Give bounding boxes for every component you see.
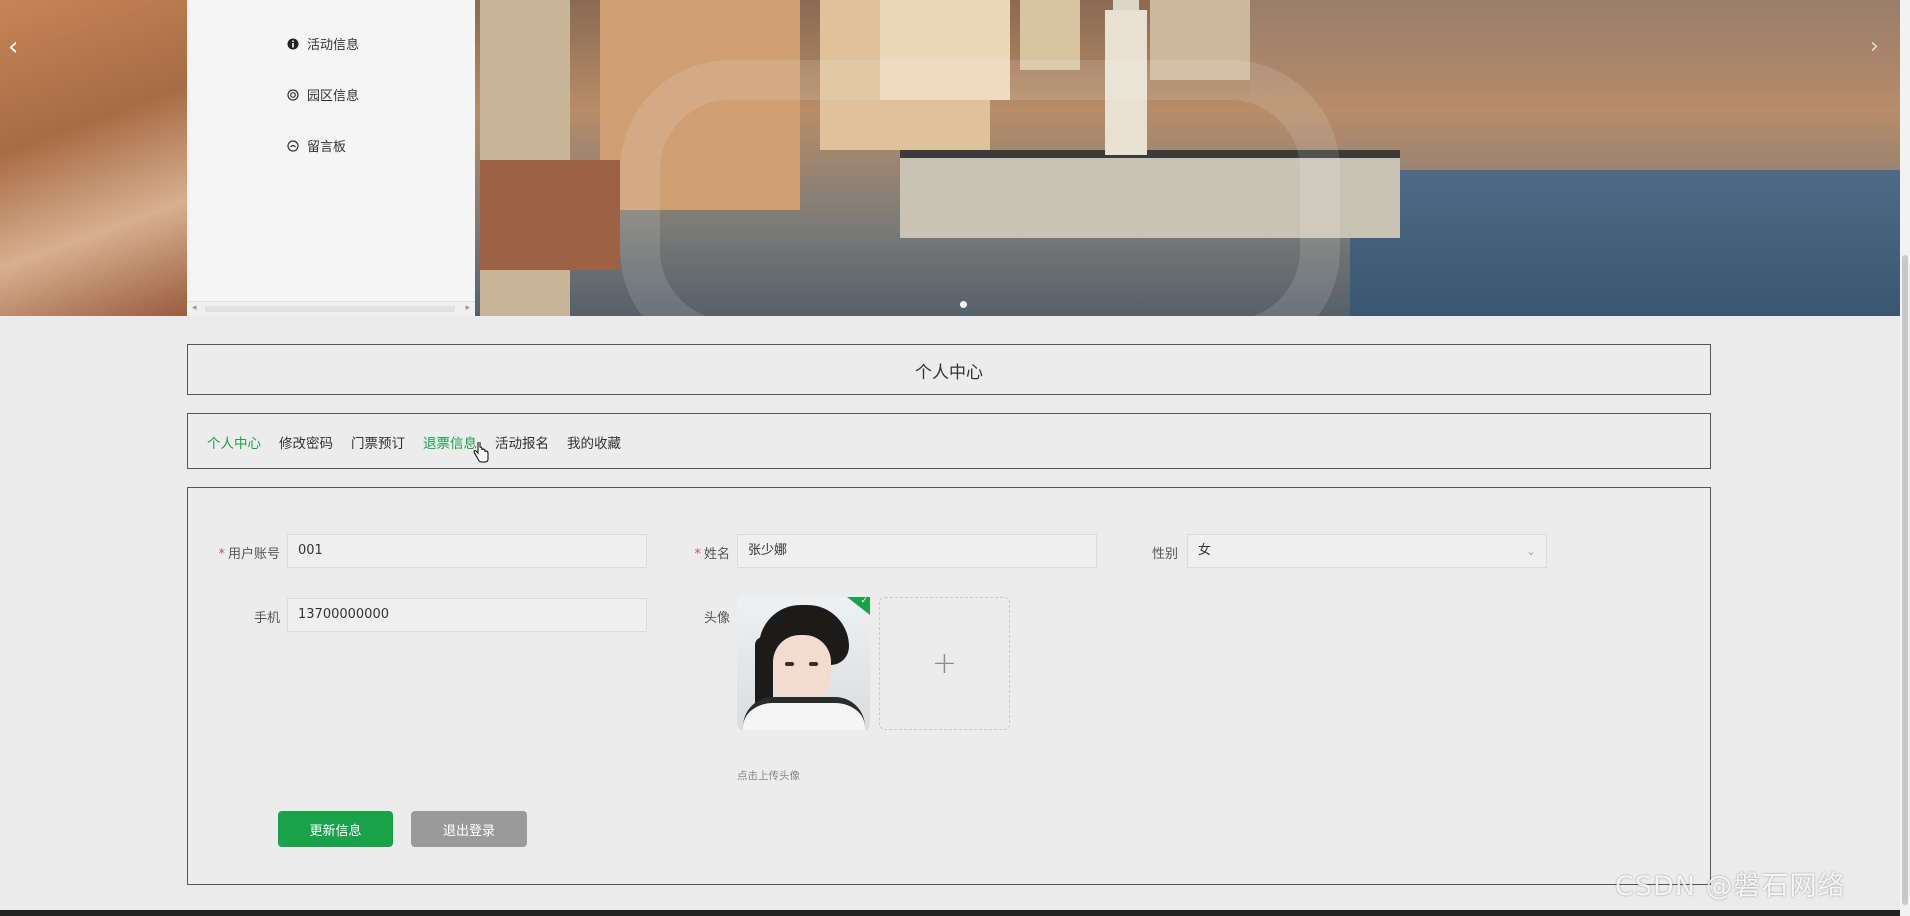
page-scrollbar[interactable] (1900, 0, 1910, 916)
tab-my-favorites[interactable]: 我的收藏 (567, 432, 621, 452)
phone-label: 手机 (253, 611, 280, 626)
username-label: * 用户账号 (218, 547, 280, 562)
watermark: CSDN @磐石网络 (1615, 871, 1846, 902)
info-circle-icon (287, 38, 299, 50)
hand-cursor-icon (473, 440, 489, 469)
tab-ticket-booking[interactable]: 门票预订 (351, 432, 405, 452)
menu-item-label: 活动信息 (307, 38, 360, 53)
tab-refund-info[interactable]: 退票信息 (423, 432, 477, 452)
phone-field[interactable]: 13700000000 (287, 598, 647, 632)
bottom-bar (0, 910, 1900, 916)
message-icon (287, 139, 299, 152)
avatar-upload-hint: 点击上传头像 (737, 770, 800, 782)
carousel-prev-icon[interactable]: ‹ (8, 34, 18, 60)
carousel-next-icon[interactable]: › (1870, 36, 1879, 58)
menu-item-label: 留言板 (307, 140, 347, 155)
gender-select[interactable]: 女 ⌄ (1187, 534, 1547, 568)
target-icon (287, 88, 299, 101)
avatar-image[interactable] (737, 597, 870, 730)
scroll-right-icon[interactable]: ▸ (465, 303, 470, 313)
page-title-box: 个人中心 (187, 344, 1711, 395)
gender-label: 性别 (1151, 547, 1178, 562)
name-label: * 姓名 (694, 547, 730, 562)
banner-left-image (0, 0, 187, 316)
menu-item-message-board[interactable]: 留言板 (287, 136, 346, 155)
hero-banner: ‹ › 活动信息 园区信息 留言板 ◂ ▸ (0, 0, 1900, 316)
tab-change-password[interactable]: 修改密码 (279, 432, 333, 452)
update-info-button[interactable]: 更新信息 (278, 811, 393, 847)
tab-activity-signup[interactable]: 活动报名 (495, 432, 549, 452)
dropdown-menu-panel: 活动信息 园区信息 留言板 ◂ ▸ (187, 0, 475, 316)
avatar-upload-button[interactable]: + (879, 597, 1010, 730)
tab-bar: 个人中心 修改密码 门票预订 退票信息 活动报名 我的收藏 (187, 413, 1711, 469)
tab-personal-center[interactable]: 个人中心 (207, 432, 261, 452)
menu-horizontal-scrollbar[interactable]: ◂ ▸ (187, 301, 475, 316)
name-field[interactable]: 张少娜 (737, 534, 1097, 568)
menu-item-label: 园区信息 (307, 89, 360, 104)
carousel-indicator[interactable] (960, 301, 967, 308)
page-title: 个人中心 (915, 363, 983, 383)
username-field[interactable]: 001 (287, 534, 647, 568)
menu-item-park-info[interactable]: 园区信息 (287, 85, 359, 104)
avatar-label: 头像 (703, 611, 730, 626)
chevron-down-icon: ⌄ (1525, 544, 1536, 558)
gender-value: 女 (1198, 543, 1212, 558)
scroll-left-icon[interactable]: ◂ (192, 303, 197, 313)
menu-item-activity-info[interactable]: 活动信息 (287, 34, 359, 53)
logout-button[interactable]: 退出登录 (411, 811, 527, 847)
